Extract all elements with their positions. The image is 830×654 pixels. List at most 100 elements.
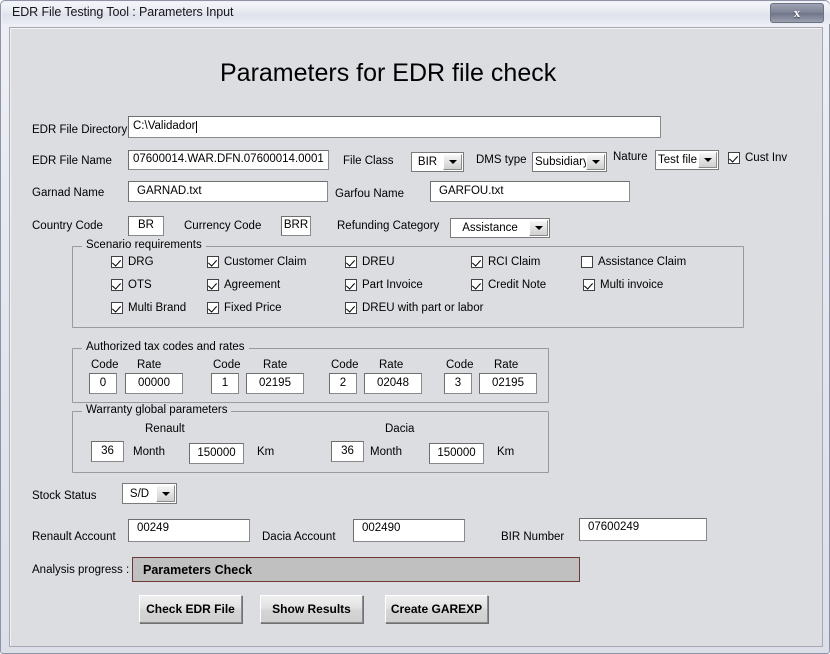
dacia-account-input[interactable]: 002490 xyxy=(353,519,465,542)
create-garexp-button[interactable]: Create GAREXP xyxy=(385,595,488,623)
tax-code-label-1: Code xyxy=(213,359,241,371)
stock-status-label: Stock Status xyxy=(32,490,97,502)
currency-code-input[interactable]: BRR xyxy=(281,216,311,236)
warranty-dacia-km-input[interactable]: 150000 xyxy=(429,443,484,464)
scenario-requirements-title: Scenario requirements xyxy=(82,239,206,251)
tax-rate-label-3: Rate xyxy=(494,359,519,371)
scenario-checkbox-agreement[interactable]: Agreement xyxy=(207,279,280,291)
chevron-down-icon[interactable] xyxy=(156,485,175,502)
analysis-progress-label: Analysis progress : xyxy=(32,564,130,576)
check-edr-file-button[interactable]: Check EDR File xyxy=(139,595,242,623)
tax-code-label-0: Code xyxy=(91,359,119,371)
checkbox-label: Multi Brand xyxy=(128,302,187,314)
dacia-account-label: Dacia Account xyxy=(262,531,336,543)
tax-code-input-0[interactable]: 0 xyxy=(89,373,117,394)
checkbox-box xyxy=(207,279,219,291)
scenario-checkbox-credit-note[interactable]: Credit Note xyxy=(471,279,546,291)
status-badge: Parameters Check xyxy=(143,562,253,577)
tax-code-input-1[interactable]: 1 xyxy=(211,373,239,394)
warranty-dacia-month-input[interactable]: 36 xyxy=(331,441,364,462)
stock-status-select[interactable]: S/D xyxy=(122,483,177,504)
checkbox-label: Fixed Price xyxy=(224,302,282,314)
scenario-checkbox-customer-claim[interactable]: Customer Claim xyxy=(207,256,306,268)
form-client-area: Parameters for EDR file check EDR File D… xyxy=(9,27,823,647)
scenario-checkbox-dreu-with-part-or-labor[interactable]: DREU with part or labor xyxy=(345,302,483,314)
tax-rate-input-2[interactable]: 02048 xyxy=(364,373,422,394)
cust-inv-checkbox[interactable]: Cust Inv xyxy=(728,152,787,164)
refunding-category-select[interactable]: Assistance xyxy=(450,218,550,238)
garnad-name-input[interactable]: GARNAD.txt xyxy=(128,181,328,202)
scenario-checkbox-multi-invoice[interactable]: Multi invoice xyxy=(583,279,663,291)
dms-type-label: DMS type xyxy=(476,154,527,166)
stock-status-value: S/D xyxy=(129,487,150,500)
nature-label: Nature xyxy=(613,151,648,163)
edr-file-name-input[interactable]: 07600014.WAR.DFN.07600014.0001 xyxy=(128,150,329,170)
checkbox-box xyxy=(471,256,483,268)
file-class-label: File Class xyxy=(343,155,394,167)
refunding-category-label: Refunding Category xyxy=(337,220,440,232)
scenario-checkbox-part-invoice[interactable]: Part Invoice xyxy=(345,279,423,291)
tax-rate-input-3[interactable]: 02195 xyxy=(479,373,537,394)
warranty-title: Warranty global parameters xyxy=(82,404,232,416)
dms-type-value: Subsidiary xyxy=(535,156,586,168)
bir-number-input[interactable]: 07600249 xyxy=(579,518,707,541)
page-title: Parameters for EDR file check xyxy=(220,59,557,87)
close-button[interactable]: x xyxy=(770,3,824,23)
bir-number-label: BIR Number xyxy=(501,531,565,543)
tax-rate-input-0[interactable]: 00000 xyxy=(125,373,183,394)
chevron-down-icon[interactable] xyxy=(529,220,548,236)
tax-rate-label-0: Rate xyxy=(137,359,162,371)
garfou-name-label: Garfou Name xyxy=(335,188,405,200)
tax-code-input-2[interactable]: 2 xyxy=(329,373,357,394)
checkbox-label: Agreement xyxy=(224,279,281,291)
warranty-group: Warranty global parameters Renault 36 Mo… xyxy=(72,404,549,473)
currency-code-label: Currency Code xyxy=(184,220,262,232)
checkbox-box xyxy=(583,279,595,291)
scenario-checkbox-multi-brand[interactable]: Multi Brand xyxy=(111,302,186,314)
chevron-down-icon[interactable] xyxy=(698,152,717,168)
garfou-name-input[interactable]: GARFOU.txt xyxy=(430,181,630,202)
checkbox-box xyxy=(728,152,740,164)
checkbox-box xyxy=(345,279,357,291)
chevron-down-icon[interactable] xyxy=(586,154,605,170)
checkbox-box xyxy=(345,256,357,268)
scenario-checkbox-drg[interactable]: DRG xyxy=(111,256,154,268)
tax-rate-label-1: Rate xyxy=(263,359,288,371)
renault-account-label: Renault Account xyxy=(32,531,116,543)
warranty-renault-km-input[interactable]: 150000 xyxy=(189,443,244,464)
checkbox-label: Multi invoice xyxy=(600,279,664,291)
renault-account-input[interactable]: 00249 xyxy=(128,519,250,542)
checkbox-label: DREU xyxy=(362,256,395,268)
edr-file-name-label: EDR File Name xyxy=(32,155,112,167)
warranty-renault-month-input[interactable]: 36 xyxy=(91,441,124,462)
title-bar: EDR File Testing Tool : Parameters Input… xyxy=(2,2,830,24)
checkbox-box xyxy=(111,256,123,268)
edr-file-directory-input[interactable]: C:\Validador xyxy=(128,116,661,138)
scenario-checkbox-rci-claim[interactable]: RCI Claim xyxy=(471,256,540,268)
scenario-checkbox-dreu[interactable]: DREU xyxy=(345,256,395,268)
application-window: EDR File Testing Tool : Parameters Input… xyxy=(0,0,830,654)
country-code-input[interactable]: BR xyxy=(128,216,164,236)
scenario-requirements-group: Scenario requirements DRG Customer Claim… xyxy=(72,239,744,328)
warranty-brand-renault-label: Renault xyxy=(145,423,185,435)
checkbox-label: Credit Note xyxy=(488,279,547,291)
checkbox-box xyxy=(581,256,593,268)
chevron-down-icon[interactable] xyxy=(443,154,462,170)
checkbox-label: DRG xyxy=(128,256,154,268)
checkbox-label: Part Invoice xyxy=(362,279,423,291)
tax-codes-group: Authorized tax codes and rates Code Rate… xyxy=(72,341,549,403)
checkbox-box xyxy=(471,279,483,291)
show-results-button[interactable]: Show Results xyxy=(260,595,363,623)
scenario-checkbox-ots[interactable]: OTS xyxy=(111,279,152,291)
checkbox-label: DREU with part or labor xyxy=(362,302,484,314)
file-class-select[interactable]: BIR xyxy=(411,152,464,172)
tax-code-input-3[interactable]: 3 xyxy=(444,373,472,394)
scenario-checkbox-assistance-claim[interactable]: Assistance Claim xyxy=(581,256,686,268)
tax-rate-input-1[interactable]: 02195 xyxy=(246,373,304,394)
nature-select[interactable]: Test file xyxy=(655,150,719,170)
scenario-checkbox-fixed-price[interactable]: Fixed Price xyxy=(207,302,282,314)
dms-type-select[interactable]: Subsidiary xyxy=(532,152,607,172)
tax-codes-title: Authorized tax codes and rates xyxy=(82,341,249,353)
warranty-brand-dacia-label: Dacia xyxy=(385,423,415,435)
close-icon: x xyxy=(793,5,801,20)
